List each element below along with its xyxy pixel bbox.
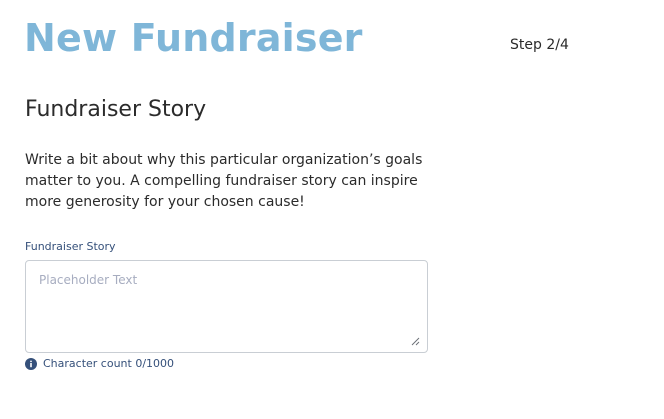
step-indicator: Step 2/4: [510, 37, 569, 53]
resize-handle-icon[interactable]: [409, 335, 421, 347]
story-field-label: Fundraiser Story: [25, 240, 116, 253]
section-heading: Fundraiser Story: [25, 97, 207, 122]
section-description: Write a bit about why this particular or…: [25, 152, 423, 210]
page-title: New Fundraiser: [24, 16, 363, 60]
story-textarea[interactable]: [25, 260, 428, 353]
character-count: Character count 0/1000: [43, 357, 175, 370]
character-count-row: Character count 0/1000: [25, 357, 174, 371]
info-icon: [25, 358, 37, 370]
